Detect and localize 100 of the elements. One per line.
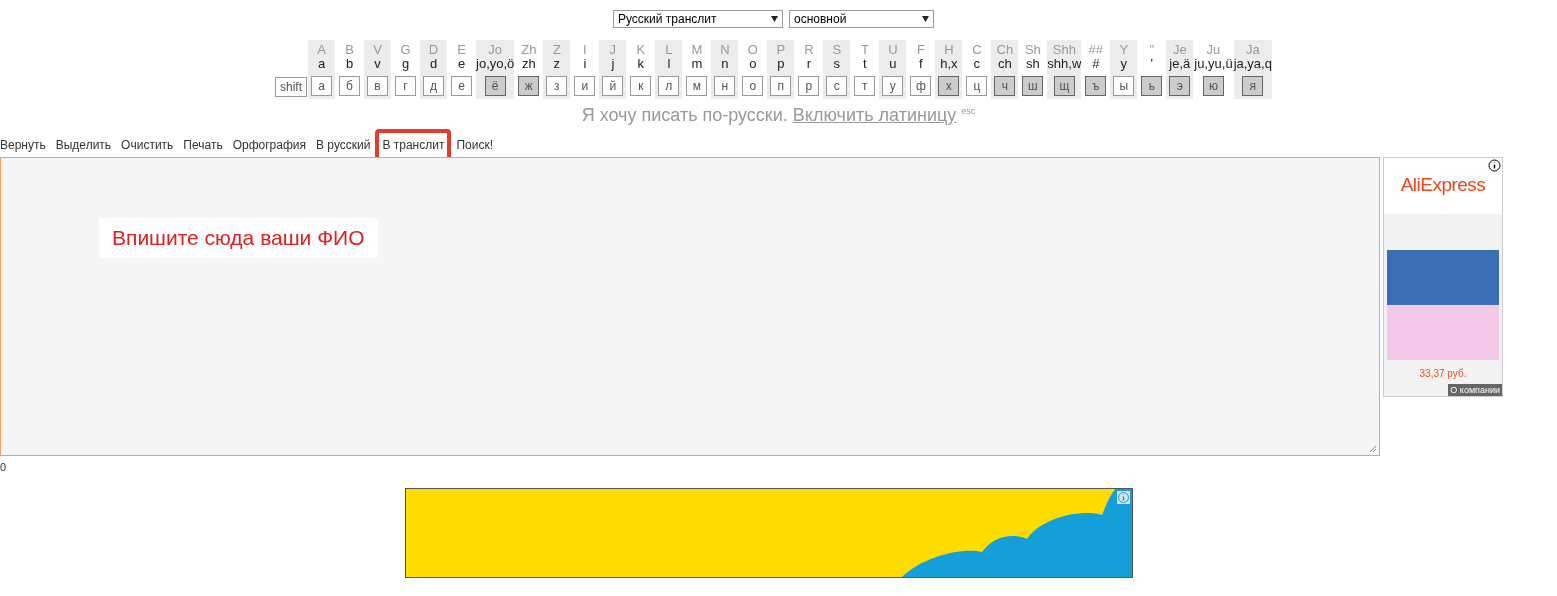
letter-key[interactable]: у	[882, 76, 904, 96]
letter-key[interactable]: з	[546, 76, 568, 96]
letter-key[interactable]: ж	[518, 76, 540, 96]
letter-key[interactable]: р	[798, 76, 820, 96]
key-label: C	[972, 42, 982, 57]
key-label: A	[317, 42, 326, 57]
letter-key[interactable]: л	[658, 76, 680, 96]
letter-key[interactable]: э	[1169, 76, 1191, 96]
ad-price: 33,37 руб.	[1419, 368, 1467, 379]
letter-key[interactable]: с	[826, 76, 848, 96]
callout-label: Впишите сюда ваши ФИО	[99, 218, 378, 258]
key-label: O	[747, 42, 758, 57]
toolbar-link[interactable]: Печать	[183, 136, 223, 154]
key-label: jo,yo,ö	[476, 57, 515, 71]
key-label: t	[863, 57, 867, 71]
letter-key[interactable]: н	[714, 76, 736, 96]
key-label: E	[457, 42, 466, 57]
key-label: T	[860, 42, 869, 57]
key-label: ja,ya,q	[1233, 57, 1272, 71]
about-link[interactable]: О компании	[1448, 384, 1502, 396]
text-area[interactable]: Впишите сюда ваши ФИО	[0, 157, 1380, 456]
key-label: a	[317, 57, 326, 71]
toolbar-link[interactable]: Выделить	[55, 136, 112, 154]
key-label: r	[806, 57, 812, 71]
letter-key[interactable]: ю	[1203, 76, 1224, 96]
letter-key[interactable]: к	[630, 76, 652, 96]
key-label: o	[749, 57, 757, 71]
letter-key[interactable]: ц	[966, 76, 988, 96]
key-label: Ch	[996, 42, 1014, 57]
letter-key[interactable]: б	[339, 76, 361, 96]
key-label: K	[636, 42, 646, 57]
letter-key[interactable]: ш	[1022, 76, 1044, 96]
key-label: M	[691, 42, 703, 57]
key-label: d	[429, 57, 438, 71]
info-icon	[1117, 491, 1130, 504]
letter-key[interactable]: ь	[1141, 76, 1163, 96]
key-label: Sh	[1024, 42, 1041, 57]
letter-key[interactable]: и	[574, 76, 596, 96]
letter-key[interactable]: п	[770, 76, 792, 96]
key-label: I	[583, 42, 587, 57]
key-label: je,ä	[1169, 57, 1191, 71]
key-label: #	[1092, 57, 1100, 71]
dropdown[interactable]: основной	[789, 10, 934, 28]
key-label: R	[804, 42, 814, 57]
letter-key[interactable]: ч	[994, 76, 1016, 96]
key-label: l	[667, 57, 671, 71]
key-label: H	[944, 42, 954, 57]
key-label: shh,w	[1047, 57, 1082, 71]
key-label: p	[777, 57, 785, 71]
key-label: z	[553, 57, 561, 71]
ad-panel[interactable]: AliExpress 33,37 руб. О компании	[1383, 157, 1503, 397]
key-label: "	[1149, 42, 1155, 57]
letter-key[interactable]: я	[1242, 76, 1264, 96]
key-label: b	[345, 57, 354, 71]
letter-key[interactable]: а	[311, 76, 333, 96]
toolbar-link[interactable]: В русский	[316, 136, 371, 154]
letter-key[interactable]: г	[395, 76, 417, 96]
key-label: S	[832, 42, 842, 57]
letter-key[interactable]: ф	[910, 76, 932, 96]
letter-key[interactable]: ы	[1113, 76, 1135, 96]
key-label: G	[400, 42, 411, 57]
letter-key[interactable]: м	[686, 76, 708, 96]
dropdown[interactable]: Русский транслит	[613, 10, 783, 28]
key-label: h,x	[940, 57, 958, 71]
toolbar-link[interactable]: Очистить	[121, 136, 174, 154]
key-label: i	[583, 57, 587, 71]
letter-key[interactable]: е	[451, 76, 473, 96]
caret-icon	[922, 16, 929, 22]
letter-key[interactable]: ъ	[1085, 76, 1107, 96]
key-label: u	[889, 57, 897, 71]
info-icon	[1488, 159, 1501, 172]
letter-key[interactable]: т	[854, 76, 876, 96]
letter-key[interactable]: х	[938, 76, 960, 96]
key-label: s	[833, 57, 841, 71]
letter-key[interactable]: в	[367, 76, 389, 96]
key-label: v	[374, 57, 381, 71]
toolbar-link[interactable]: Орфография	[232, 136, 306, 154]
key-label: ##	[1088, 42, 1104, 57]
letter-key[interactable]: щ	[1053, 76, 1075, 96]
key-label: k	[637, 57, 645, 71]
key-label: Zh	[521, 42, 537, 57]
key-label: J	[609, 42, 617, 57]
banner-ad[interactable]	[405, 488, 1133, 578]
letter-key[interactable]: ё	[484, 76, 506, 96]
toolbar-link[interactable]: Поиск!	[456, 136, 494, 154]
caret-icon	[771, 16, 778, 22]
ad-brand: AliExpress	[1384, 158, 1502, 214]
key-label: ch	[998, 57, 1012, 71]
shortcut-hint: esc	[961, 106, 976, 116]
key-label: V	[373, 42, 382, 57]
letter-key[interactable]: й	[602, 76, 624, 96]
key-label: Shh	[1052, 42, 1076, 57]
key-label: Je	[1172, 42, 1187, 57]
letter-key[interactable]: д	[423, 76, 445, 96]
key-label: L	[665, 42, 673, 57]
shift-key[interactable]: shift	[275, 77, 308, 97]
letter-key[interactable]: о	[742, 76, 764, 96]
key-label: f	[919, 57, 923, 71]
toolbar-link[interactable]: Вернуть	[0, 136, 46, 154]
key-label: e	[457, 57, 466, 71]
